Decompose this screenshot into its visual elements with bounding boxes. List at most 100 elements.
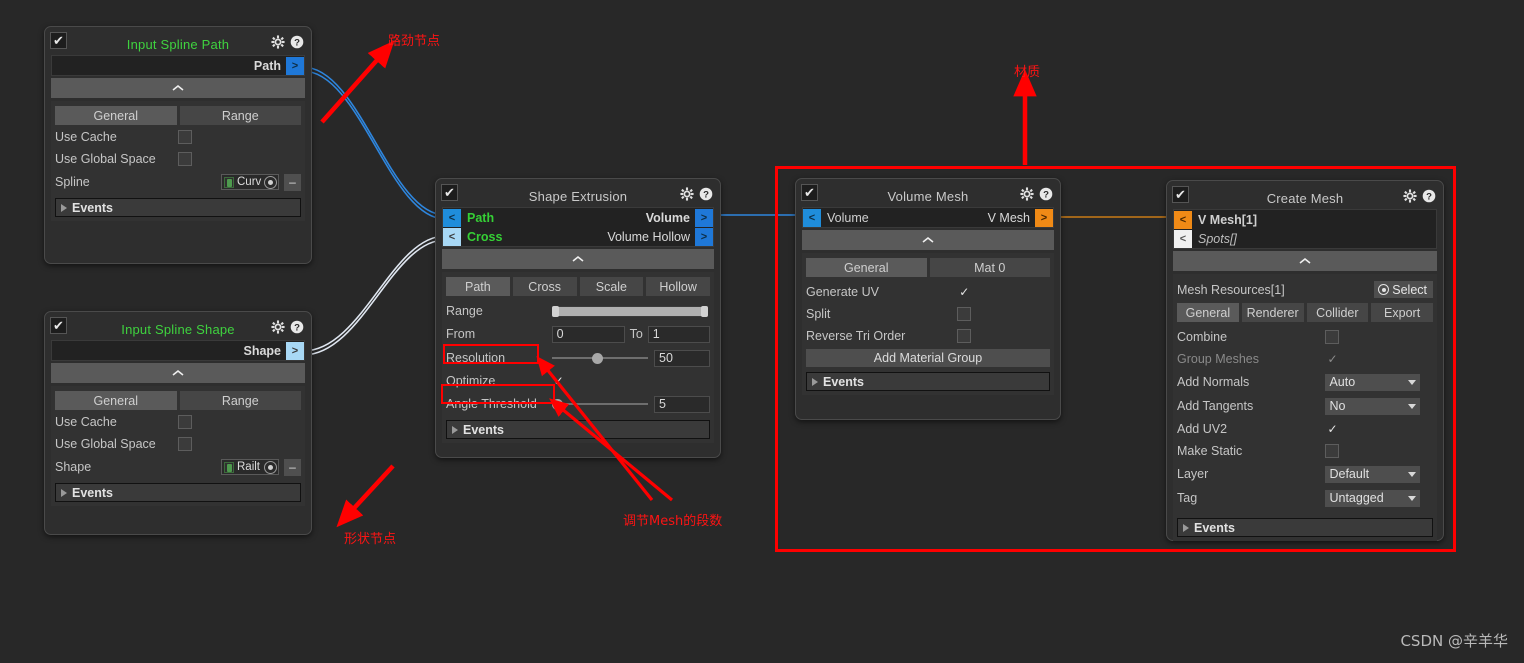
tab-cross[interactable]: Cross <box>512 277 577 296</box>
help-icon[interactable]: ? <box>290 320 304 334</box>
range-knob-min[interactable] <box>551 305 559 317</box>
tab-bar[interactable]: General Mat 0 <box>806 258 1050 277</box>
use-global-space-checkbox[interactable] <box>178 152 192 166</box>
reverse-tri-order-checkbox[interactable] <box>957 329 972 343</box>
node-enable-checkbox[interactable]: ✔ <box>801 184 818 201</box>
gear-icon[interactable] <box>271 320 285 334</box>
resolution-slider[interactable] <box>551 351 648 365</box>
use-cache-checkbox[interactable] <box>178 415 192 429</box>
spline-object-field[interactable]: Curv <box>221 174 279 190</box>
tab-range[interactable]: Range <box>179 106 301 125</box>
tab-path[interactable]: Path <box>446 277 510 296</box>
select-button[interactable]: Select <box>1374 281 1433 298</box>
remove-button[interactable]: – <box>284 458 301 476</box>
node-input-spline-shape[interactable]: ✔ Input Spline Shape ? Shape > General R… <box>44 311 312 535</box>
events-section[interactable]: Events <box>806 372 1050 391</box>
tab-general[interactable]: General <box>55 391 177 410</box>
input-pin-cross[interactable]: < <box>443 227 461 246</box>
help-icon[interactable]: ? <box>699 187 713 201</box>
gear-icon[interactable] <box>1403 189 1417 203</box>
add-normals-dropdown[interactable]: Auto <box>1325 373 1421 391</box>
layer-dropdown[interactable]: Default <box>1325 465 1421 483</box>
gear-icon[interactable] <box>680 187 694 201</box>
events-section[interactable]: Events <box>1177 518 1433 537</box>
tab-bar[interactable]: General Renderer Collider Export <box>1177 303 1433 322</box>
output-pin-volume-hollow[interactable]: > <box>695 227 713 246</box>
port-row-vmesh-input[interactable]: < V Mesh[1] <box>1174 210 1436 229</box>
port-row-cross-volume-hollow[interactable]: < Cross Volume Hollow > <box>443 227 713 246</box>
events-section[interactable]: Events <box>446 420 710 439</box>
to-input[interactable]: 1 <box>647 325 710 343</box>
node-volume-mesh[interactable]: ✔ Volume Mesh ? < Volume V Mesh > Genera… <box>795 178 1061 420</box>
range-knob-max[interactable] <box>701 305 708 317</box>
port-row-volume-vmesh[interactable]: < Volume V Mesh > <box>803 208 1053 227</box>
output-pin-vmesh[interactable]: > <box>1035 208 1053 227</box>
gear-icon[interactable] <box>1020 187 1034 201</box>
input-pin-volume[interactable]: < <box>803 208 821 227</box>
use-global-space-checkbox[interactable] <box>178 437 192 451</box>
events-section[interactable]: Events <box>55 198 301 217</box>
tab-hollow[interactable]: Hollow <box>646 277 710 296</box>
tab-export[interactable]: Export <box>1371 303 1433 322</box>
input-pin-spots[interactable]: < <box>1174 229 1192 248</box>
combine-checkbox[interactable] <box>1325 330 1340 344</box>
angle-threshold-input[interactable]: 5 <box>654 395 710 413</box>
tab-general[interactable]: General <box>1177 303 1239 322</box>
tab-bar[interactable]: General Range <box>55 391 301 410</box>
tab-bar[interactable]: Path Cross Scale Hollow <box>446 277 710 296</box>
add-material-group-button[interactable]: Add Material Group <box>806 349 1050 367</box>
shape-object-field[interactable]: Railt <box>221 459 279 475</box>
collapse-toggle[interactable] <box>51 363 305 383</box>
angle-threshold-slider[interactable] <box>551 397 648 411</box>
resolution-input[interactable]: 50 <box>654 349 710 367</box>
tab-scale[interactable]: Scale <box>579 277 644 296</box>
node-enable-checkbox[interactable]: ✔ <box>50 32 67 49</box>
tab-mat-0[interactable]: Mat 0 <box>929 258 1050 277</box>
use-cache-checkbox[interactable] <box>178 130 192 144</box>
tab-general[interactable]: General <box>806 258 927 277</box>
add-tangents-dropdown[interactable]: No <box>1325 397 1421 415</box>
node-input-spline-path[interactable]: ✔ Input Spline Path ? Path > General Ran… <box>44 26 312 264</box>
remove-button[interactable]: – <box>284 173 301 191</box>
port-row-spots-input[interactable]: < Spots[] <box>1174 229 1436 248</box>
collapse-toggle[interactable] <box>51 78 305 98</box>
output-pin-volume[interactable]: > <box>695 208 713 227</box>
help-icon[interactable]: ? <box>1039 187 1053 201</box>
slider-knob[interactable] <box>592 352 604 364</box>
node-enable-checkbox[interactable]: ✔ <box>1172 186 1189 203</box>
object-picker-icon[interactable] <box>264 460 277 474</box>
port-row-output-path[interactable]: Path > <box>52 56 304 75</box>
node-create-mesh[interactable]: ✔ Create Mesh ? < V Mesh[1] < Spots[] Me… <box>1166 180 1444 541</box>
node-enable-checkbox[interactable]: ✔ <box>441 184 458 201</box>
output-pin-path[interactable]: > <box>286 56 304 75</box>
tab-bar[interactable]: General Range <box>55 106 301 125</box>
help-icon[interactable]: ? <box>1422 189 1436 203</box>
object-picker-icon[interactable] <box>264 175 277 189</box>
generate-uv-checkbox[interactable]: ✓ <box>957 285 971 299</box>
row-use-cache: Use Cache <box>55 127 301 147</box>
output-pin-shape[interactable]: > <box>286 341 304 360</box>
collapse-toggle[interactable] <box>1173 251 1437 271</box>
collapse-toggle[interactable] <box>442 249 714 269</box>
input-pin-path[interactable]: < <box>443 208 461 227</box>
split-checkbox[interactable] <box>957 307 972 321</box>
node-shape-extrusion[interactable]: ✔ Shape Extrusion ? < Path Volume > < Cr… <box>435 178 721 458</box>
help-icon[interactable]: ? <box>290 35 304 49</box>
port-row-path-volume[interactable]: < Path Volume > <box>443 208 713 227</box>
node-graph-canvas[interactable]: ✔ Input Spline Path ? Path > General Ran… <box>0 0 1524 663</box>
input-pin-vmesh[interactable]: < <box>1174 210 1192 229</box>
collapse-toggle[interactable] <box>802 230 1054 250</box>
tag-dropdown[interactable]: Untagged <box>1325 489 1421 507</box>
add-uv2-checkbox[interactable]: ✓ <box>1325 422 1339 436</box>
tab-collider[interactable]: Collider <box>1306 303 1369 322</box>
gear-icon[interactable] <box>271 35 285 49</box>
events-section[interactable]: Events <box>55 483 301 502</box>
range-slider[interactable] <box>551 305 708 317</box>
tab-range[interactable]: Range <box>179 391 301 410</box>
port-row-output-shape[interactable]: Shape > <box>52 341 304 360</box>
make-static-checkbox[interactable] <box>1325 444 1340 458</box>
node-enable-checkbox[interactable]: ✔ <box>50 317 67 334</box>
tab-renderer[interactable]: Renderer <box>1241 303 1304 322</box>
tab-general[interactable]: General <box>55 106 177 125</box>
from-input[interactable]: 0 <box>551 325 625 343</box>
